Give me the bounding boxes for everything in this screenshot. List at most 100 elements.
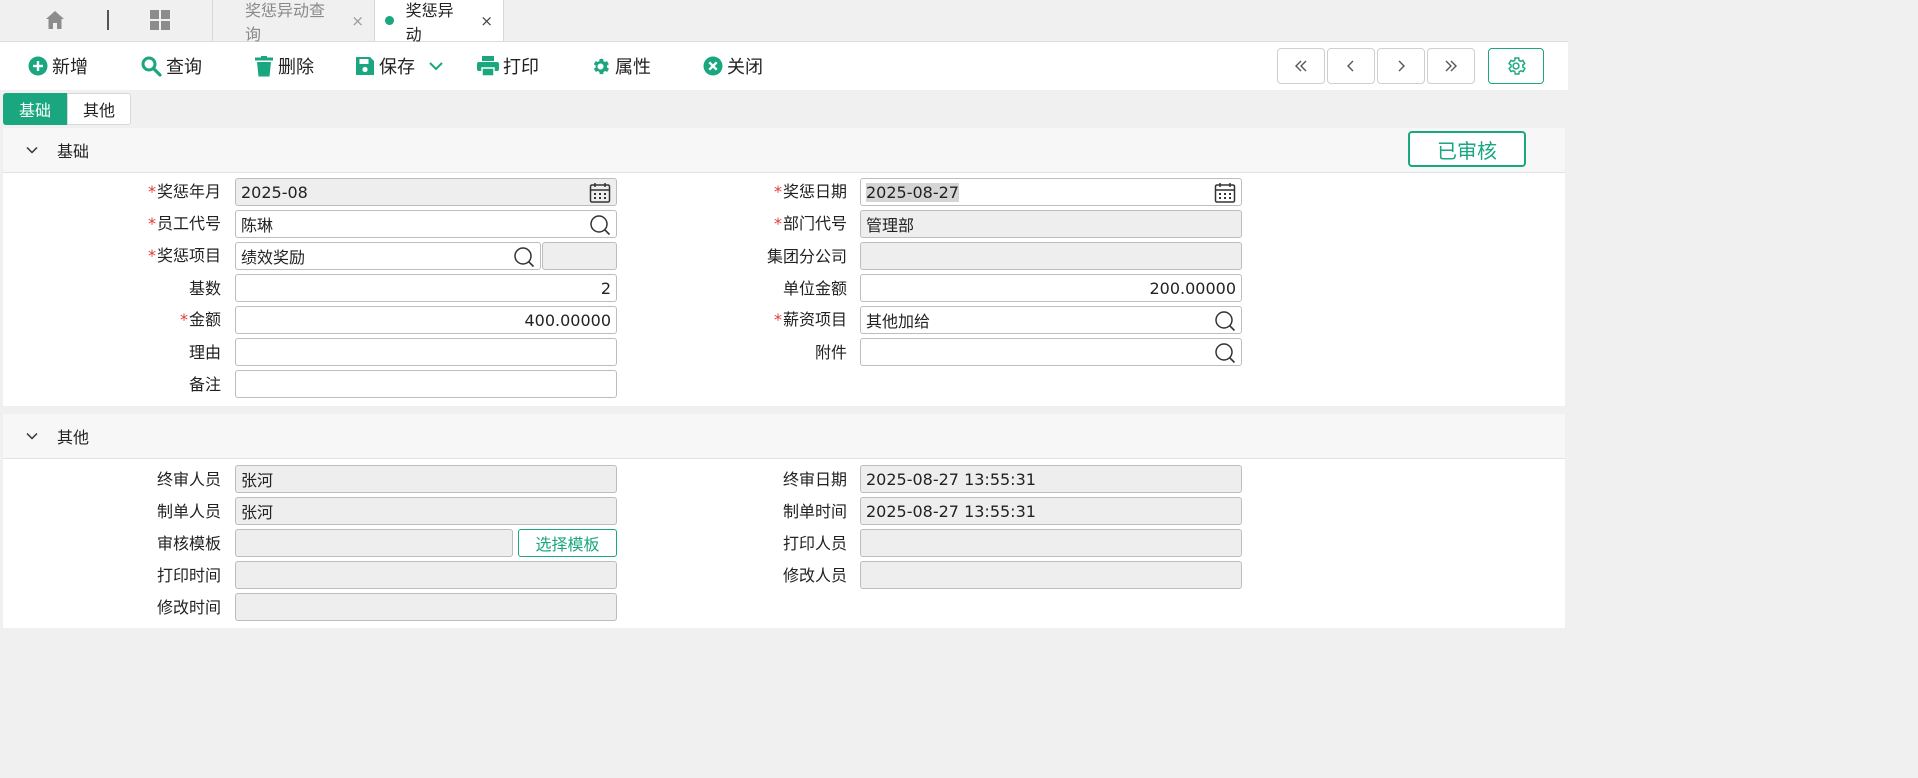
settings-button[interactable] <box>1488 48 1544 84</box>
chevron-left-icon <box>1347 60 1354 72</box>
calendar-icon[interactable] <box>589 182 611 204</box>
select-template-button[interactable]: 选择模板 <box>518 529 617 557</box>
chevron-right-icon <box>1398 60 1405 72</box>
close-label: 关闭 <box>727 57 763 78</box>
last-record-button[interactable] <box>1427 48 1475 84</box>
review-template-field <box>235 529 513 557</box>
amount-value: 400.00000 <box>524 310 611 330</box>
final-date-label: 终审日期 <box>782 470 847 489</box>
delete-button[interactable]: 删除 <box>254 42 314 90</box>
base-field[interactable]: 2 <box>235 274 617 302</box>
modify-time-label: 修改时间 <box>156 598 221 617</box>
dept-label: *部门代号 <box>773 214 847 233</box>
chevron-down-icon <box>26 432 38 440</box>
tab-reward-change[interactable]: 奖惩异动 × <box>374 0 504 44</box>
item-value: 绩效奖励 <box>241 248 306 267</box>
required-mark: * <box>147 182 156 201</box>
creator-value: 张河 <box>241 503 274 522</box>
properties-button[interactable]: 属性 <box>590 42 651 90</box>
print-time-field <box>235 561 617 589</box>
amount-field[interactable]: 400.00000 <box>235 306 617 334</box>
required-mark: * <box>773 182 782 201</box>
reason-field[interactable] <box>235 338 617 366</box>
base-label: 基数 <box>188 279 221 298</box>
modify-time-field <box>235 593 617 621</box>
salary-item-field[interactable]: 其他加给 <box>860 306 1242 334</box>
year-month-field[interactable]: 2025-08 <box>235 178 617 206</box>
save-button[interactable]: 保存 <box>355 42 415 90</box>
search-icon[interactable] <box>589 214 611 236</box>
required-mark: * <box>147 246 156 265</box>
next-record-button[interactable] <box>1377 48 1425 84</box>
subtab-other[interactable]: 其他 <box>67 93 131 125</box>
query-button[interactable]: 查询 <box>141 42 202 90</box>
date-field[interactable]: 2025-08-27 <box>860 178 1242 206</box>
date-value-wrap: 2025-08-27 <box>866 182 1236 202</box>
required-mark: * <box>773 214 782 233</box>
salary-item-value: 其他加给 <box>866 312 931 331</box>
create-time-value: 2025-08-27 13:55:31 <box>866 501 1036 521</box>
save-dropdown-chevron-icon[interactable] <box>428 58 444 74</box>
close-icon[interactable]: × <box>480 12 493 30</box>
employee-field[interactable]: 陈琳 <box>235 210 617 238</box>
basic-section-header[interactable]: 基础 <box>3 128 1565 173</box>
year-month-value: 2025-08 <box>241 182 308 202</box>
item-field[interactable]: 绩效奖励 <box>235 242 541 270</box>
add-label: 新增 <box>52 57 88 78</box>
plus-circle-icon <box>28 56 48 76</box>
dept-value: 管理部 <box>866 216 915 235</box>
delete-label: 删除 <box>278 57 314 78</box>
branch-field <box>860 242 1242 270</box>
double-chevron-right-icon <box>1445 60 1457 72</box>
printer-field <box>860 529 1242 557</box>
save-label: 保存 <box>379 57 415 78</box>
required-mark: * <box>147 214 156 233</box>
home-icon[interactable] <box>44 9 66 31</box>
active-dot-icon <box>385 16 394 25</box>
section-title: 基础 <box>57 142 90 161</box>
first-record-button[interactable] <box>1277 48 1325 84</box>
required-mark: * <box>179 310 188 329</box>
close-button[interactable]: 关闭 <box>703 42 763 90</box>
query-label: 查询 <box>166 57 202 78</box>
tab-label: 奖惩异动查询 <box>245 0 326 44</box>
calendar-icon[interactable] <box>1214 182 1236 204</box>
year-month-label: *奖惩年月 <box>147 182 221 201</box>
tab-divider <box>107 10 109 30</box>
employee-value: 陈琳 <box>241 216 274 235</box>
other-section-header[interactable]: 其他 <box>3 414 1565 459</box>
create-time-label: 制单时间 <box>782 502 847 521</box>
tab-reward-query[interactable]: 奖惩异动查询 × <box>212 0 374 44</box>
base-value: 2 <box>600 278 611 298</box>
status-badge: 已审核 <box>1408 131 1526 167</box>
dept-field: 管理部 <box>860 210 1242 238</box>
search-icon <box>141 56 162 77</box>
search-icon[interactable] <box>1214 310 1236 332</box>
properties-label: 属性 <box>615 57 651 78</box>
print-button[interactable]: 打印 <box>477 42 539 90</box>
print-time-label: 打印时间 <box>156 566 221 585</box>
date-value: 2025-08-27 <box>866 182 959 202</box>
attachment-field[interactable] <box>860 338 1242 366</box>
double-chevron-left-icon <box>1295 60 1307 72</box>
date-label: *奖惩日期 <box>773 182 847 201</box>
required-mark: * <box>773 310 782 329</box>
create-time-field: 2025-08-27 13:55:31 <box>860 497 1242 525</box>
subtab-basic[interactable]: 基础 <box>3 93 67 125</box>
add-button[interactable]: 新增 <box>28 42 88 90</box>
close-icon[interactable]: × <box>351 12 364 30</box>
search-icon[interactable] <box>1214 342 1236 364</box>
creator-label: 制单人员 <box>156 502 221 521</box>
salary-item-label: *薪资项目 <box>773 310 847 329</box>
prev-record-button[interactable] <box>1327 48 1375 84</box>
search-icon[interactable] <box>513 246 535 268</box>
grid-menu-icon[interactable] <box>149 9 171 31</box>
save-icon <box>356 57 374 75</box>
unit-amount-value: 200.00000 <box>1149 278 1236 298</box>
unit-amount-field[interactable]: 200.00000 <box>860 274 1242 302</box>
remark-field[interactable] <box>235 370 617 398</box>
trash-icon <box>255 55 273 76</box>
modifier-label: 修改人员 <box>782 566 847 585</box>
item-name-field <box>542 242 617 270</box>
employee-label: *员工代号 <box>147 214 221 233</box>
